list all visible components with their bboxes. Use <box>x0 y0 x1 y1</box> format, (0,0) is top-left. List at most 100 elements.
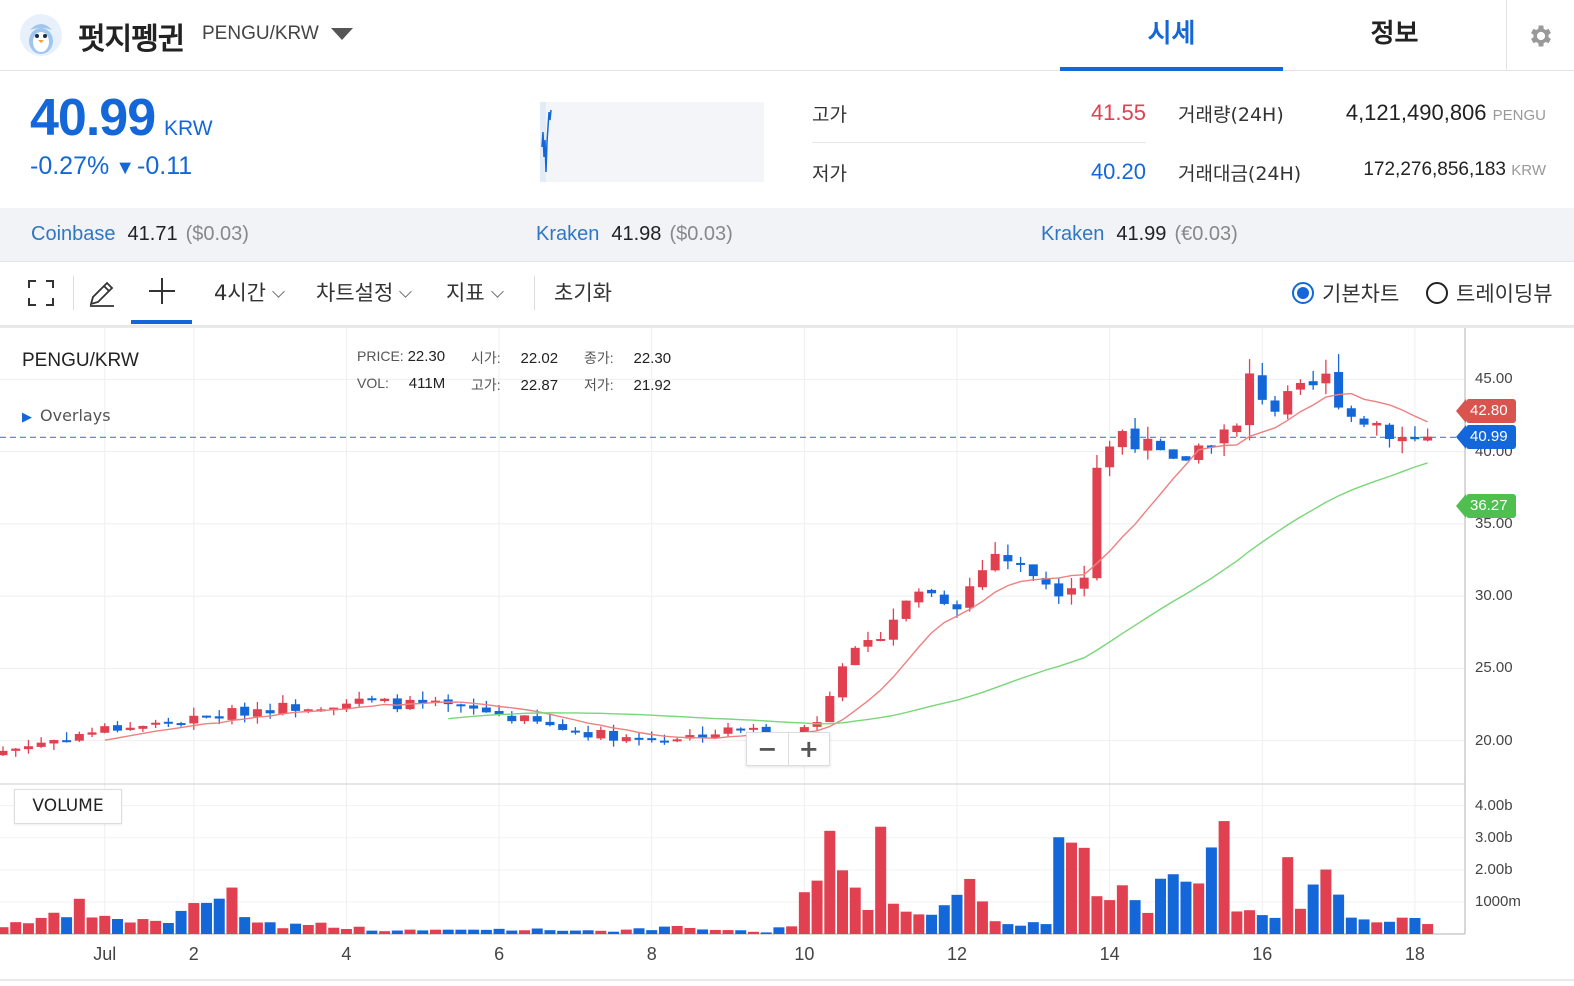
fullscreen-button[interactable] <box>18 262 64 324</box>
volume-bar <box>658 926 670 934</box>
volume-bar <box>315 922 327 934</box>
exchange-item[interactable]: Kraken 41.99 (€0.03) <box>1041 208 1238 262</box>
candle-body <box>570 730 580 733</box>
chevron-down-icon <box>399 285 413 298</box>
ohlc-value: 22.30 <box>633 350 672 367</box>
date-axis-label: 14 <box>1099 944 1120 964</box>
volume-bar <box>1129 900 1141 934</box>
volume-bar <box>86 917 98 934</box>
candle-body <box>1130 428 1140 450</box>
date-axis-label: 18 <box>1404 944 1425 964</box>
candle-body <box>291 704 301 711</box>
volume-bar <box>913 914 925 934</box>
date-axis-label: 8 <box>646 944 657 964</box>
exchange-fx: ($0.03) <box>185 223 249 245</box>
low-label: 저가 <box>812 163 847 185</box>
candle-body <box>914 591 924 603</box>
overlays-toggle[interactable]: ▶ Overlays <box>22 406 111 425</box>
ma-short-tag: 42.80 <box>1456 399 1516 424</box>
volume-bar <box>1244 910 1256 934</box>
ohlc-value: 21.92 <box>633 377 672 394</box>
exchange-item[interactable]: Coinbase 41.71 ($0.03) <box>31 208 249 262</box>
crosshair-button[interactable] <box>131 262 192 324</box>
candle-body <box>876 638 886 641</box>
candle-body <box>621 737 631 742</box>
ma-long-tag: 36.27 <box>1456 493 1516 518</box>
volume-24h: 4,121,490,806 PENGU <box>1300 100 1546 126</box>
draw-button[interactable] <box>80 262 124 324</box>
volume-bar <box>239 917 251 934</box>
exchange-fx: (€0.03) <box>1174 223 1238 245</box>
volume-bar <box>99 915 111 934</box>
volume-bar <box>251 922 263 934</box>
volume-bar <box>61 917 73 934</box>
candle-body <box>100 726 110 733</box>
turnover-24h: 172,276,856,183 KRW <box>1300 159 1546 181</box>
volume-bar <box>1358 919 1370 934</box>
volume-24h-unit: PENGU <box>1492 107 1546 124</box>
volume-bar <box>1269 917 1281 934</box>
volume-bar <box>1383 921 1395 934</box>
exchange-name: Kraken <box>536 223 600 245</box>
reset-button[interactable]: 초기화 <box>554 262 612 324</box>
volume-bar <box>926 914 938 934</box>
candle-body <box>1028 564 1038 577</box>
radio-basic-chart[interactable]: 기본차트 <box>1292 262 1399 324</box>
candle-body <box>1295 382 1305 390</box>
interval-dropdown[interactable]: 4시간 <box>214 262 285 324</box>
coin-pair: PENGU/KRW <box>202 23 319 44</box>
overlays-label: Overlays <box>40 406 111 425</box>
volume-bar <box>201 902 213 934</box>
candle-body <box>723 727 733 734</box>
candle-body <box>240 706 250 716</box>
high-label: 고가 <box>812 104 847 126</box>
volume-axis-label: 3.00b <box>1475 828 1513 846</box>
mini-sparkline <box>540 102 764 182</box>
volume-bar <box>1422 924 1434 934</box>
volume-axis-label: 2.00b <box>1475 860 1513 878</box>
candle-body <box>647 738 657 741</box>
volume-bar <box>824 830 836 934</box>
basic-chart-label: 기본차트 <box>1322 282 1400 306</box>
radio-tradingview[interactable]: 트레이딩뷰 <box>1426 262 1553 324</box>
volume-bar <box>862 909 874 934</box>
ohlc-vol: VOL: 411M <box>357 375 445 392</box>
chart-settings-dropdown[interactable]: 차트설정 <box>316 262 413 324</box>
exchange-item[interactable]: Kraken 41.98 ($0.03) <box>536 208 733 262</box>
chart-canvas[interactable] <box>0 326 1574 986</box>
volume-bar <box>1396 917 1408 934</box>
candle-body <box>1384 424 1394 440</box>
candle-body <box>888 619 898 640</box>
volume-bar <box>1104 900 1116 934</box>
tab-market[interactable]: 시세 <box>1060 0 1283 71</box>
volume-bar <box>1256 915 1268 934</box>
indicators-dropdown[interactable]: 지표 <box>446 262 504 324</box>
zoom-control: − + <box>746 732 830 766</box>
volume-bar <box>1027 922 1039 934</box>
zoom-in-button[interactable]: + <box>789 733 830 765</box>
volume-bar <box>1040 924 1052 934</box>
date-axis-label: 16 <box>1252 944 1273 964</box>
volume-bar <box>1116 885 1128 934</box>
volume-bar <box>366 930 378 934</box>
price-unit: KRW <box>164 117 213 140</box>
price-chart[interactable]: PENGU/KRW ▶ Overlays PRICE: 22.30 시가: 22.… <box>0 326 1574 986</box>
volume-bar <box>124 922 136 934</box>
volume-bar <box>175 910 187 934</box>
indicators-label: 지표 <box>446 281 485 305</box>
pencil-icon <box>89 281 114 307</box>
exchange-price: 41.99 <box>1116 223 1167 245</box>
chart-settings-label: 차트설정 <box>316 281 394 305</box>
candle-body <box>74 733 84 741</box>
zoom-out-button[interactable]: − <box>747 733 789 765</box>
candle-body <box>163 721 173 724</box>
candle-body <box>609 730 619 741</box>
candle-body <box>0 750 8 756</box>
chart-toolbar: 4시간 차트설정 지표 초기화 기본차트 트레이딩뷰 <box>0 262 1574 326</box>
settings-button[interactable] <box>1506 0 1574 71</box>
candle-body <box>265 710 275 714</box>
volume-bar <box>951 894 963 934</box>
volume-bar <box>468 929 480 934</box>
tab-info[interactable]: 정보 <box>1283 0 1506 71</box>
pair-dropdown-caret-icon[interactable] <box>331 28 353 40</box>
